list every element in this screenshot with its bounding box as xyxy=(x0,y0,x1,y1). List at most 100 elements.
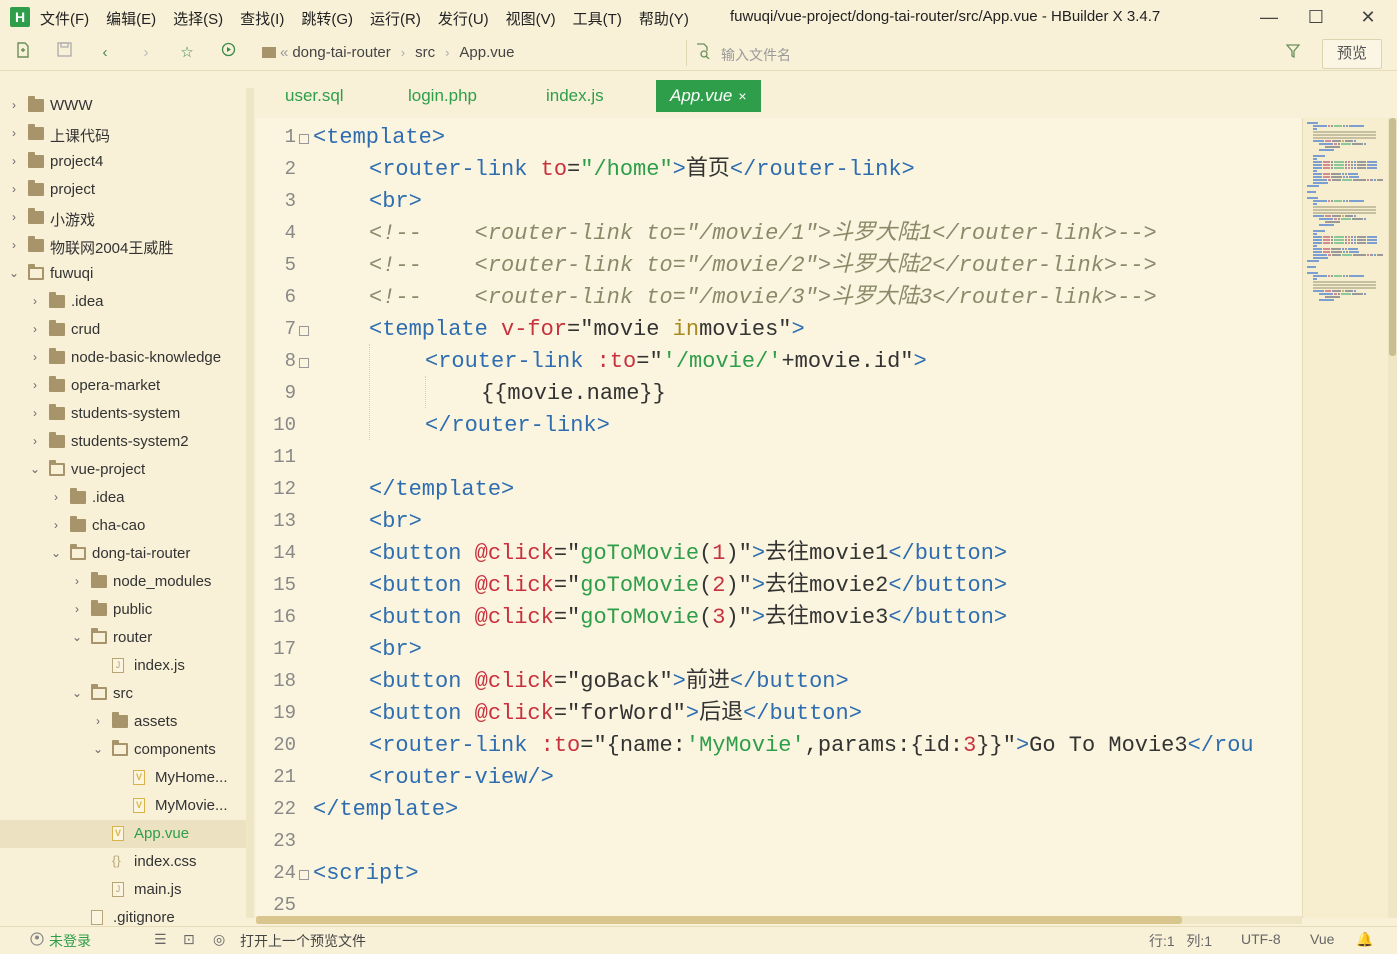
star-icon[interactable]: ☆ xyxy=(176,42,198,64)
breadcrumb-item-src[interactable]: src xyxy=(415,44,435,61)
scroll-thumb[interactable] xyxy=(1389,118,1396,356)
minimap[interactable] xyxy=(1302,118,1389,918)
fold-toggle-icon[interactable] xyxy=(299,134,309,144)
menu-run[interactable]: 运行(R) xyxy=(370,8,421,29)
tree-item[interactable]: › 上课代码 xyxy=(0,120,246,148)
cursor-position[interactable]: 行:1 列:1 xyxy=(1149,931,1212,951)
tab-app-vue[interactable]: App.vue × xyxy=(656,80,761,112)
close-button[interactable]: ✕ xyxy=(1353,4,1383,30)
login-status[interactable]: 未登录 xyxy=(49,931,91,951)
code-line[interactable]: <br> xyxy=(369,506,422,538)
tree-item[interactable]: ⌄ dong-tai-router xyxy=(0,540,246,568)
forward-icon[interactable]: › xyxy=(135,42,157,64)
code-line[interactable]: <router-view/> xyxy=(369,762,554,794)
tree-item[interactable]: › crud xyxy=(0,316,246,344)
tree-item[interactable]: .gitignore xyxy=(0,904,246,926)
chevron-right-icon[interactable]: › xyxy=(50,490,62,504)
maximize-button[interactable]: ☐ xyxy=(1301,4,1331,30)
menu-goto[interactable]: 跳转(G) xyxy=(301,8,353,29)
chevron-right-icon[interactable]: › xyxy=(8,154,20,168)
code-line[interactable]: </template> xyxy=(313,794,458,826)
tree-item[interactable]: ⌄ vue-project xyxy=(0,456,246,484)
code-line[interactable]: <button @click="forWord">后退</button> xyxy=(369,698,862,730)
fold-toggle-icon[interactable] xyxy=(299,326,309,336)
tree-item[interactable]: Jmain.js xyxy=(0,876,246,904)
sidebar-scrollbar[interactable] xyxy=(246,88,254,918)
menu-select[interactable]: 选择(S) xyxy=(173,8,223,29)
tree-item[interactable]: › 小游戏 xyxy=(0,204,246,232)
tree-item[interactable]: › project4 xyxy=(0,148,246,176)
menu-edit[interactable]: 编辑(E) xyxy=(106,8,156,29)
code-line[interactable]: </template> xyxy=(369,474,514,506)
code-line[interactable]: <br> xyxy=(369,634,422,666)
tree-item[interactable]: V MyHome... xyxy=(0,764,246,792)
chevron-right-icon[interactable]: › xyxy=(8,182,20,196)
chevron-down-icon[interactable]: ⌄ xyxy=(71,630,83,644)
tree-item[interactable]: › WWW xyxy=(0,92,246,120)
menu-file[interactable]: 文件(F) xyxy=(40,8,89,29)
chevron-down-icon[interactable]: ⌄ xyxy=(29,462,41,476)
open-last-preview[interactable]: 打开上一个预览文件 xyxy=(240,931,366,951)
tree-item[interactable]: › students-system2 xyxy=(0,428,246,456)
chevron-right-icon[interactable]: › xyxy=(29,378,41,392)
chevron-right-icon[interactable]: › xyxy=(29,350,41,364)
tree-item[interactable]: › .idea xyxy=(0,288,246,316)
tree-item[interactable]: › node-basic-knowledge xyxy=(0,344,246,372)
code-line[interactable]: <router-link to="/home">首页</router-link> xyxy=(369,154,915,186)
tree-item[interactable]: ⌄ router xyxy=(0,624,246,652)
chevron-down-icon[interactable]: ⌄ xyxy=(8,266,20,280)
tree-item[interactable]: ⌄ src xyxy=(0,680,246,708)
menu-view[interactable]: 视图(V) xyxy=(506,8,556,29)
code-line[interactable]: <router-link :to="'/movie/'+movie.id"> xyxy=(425,346,927,378)
code-line[interactable]: <template> xyxy=(313,122,445,154)
tree-item[interactable]: V MyMovie... xyxy=(0,792,246,820)
terminal-icon[interactable]: ⊡ xyxy=(183,931,195,948)
tree-item[interactable]: › opera-market xyxy=(0,372,246,400)
code-line[interactable]: <button @click="goToMovie(2)">去往movie2</… xyxy=(369,570,1007,602)
notification-bell-icon[interactable]: 🔔 xyxy=(1356,931,1373,948)
code-line[interactable]: {{movie.name}} xyxy=(481,378,666,410)
menu-tools[interactable]: 工具(T) xyxy=(573,8,622,29)
code-line[interactable]: <button @click="goBack">前进</button> xyxy=(369,666,849,698)
tree-item[interactable]: V App.vue xyxy=(0,820,246,848)
tree-item[interactable]: {} index.css xyxy=(0,848,246,876)
chevron-right-icon[interactable]: › xyxy=(8,238,20,252)
file-search-input[interactable]: 输入文件名 xyxy=(686,40,1307,66)
menu-publish[interactable]: 发行(U) xyxy=(438,8,489,29)
back-icon[interactable]: ‹ xyxy=(94,42,116,64)
code-line[interactable]: <button @click="goToMovie(3)">去往movie3</… xyxy=(369,602,1007,634)
minimize-button[interactable]: — xyxy=(1254,4,1284,30)
code-line[interactable]: <!-- <router-link to="/movie/2">斗罗大陆2</r… xyxy=(369,250,1157,282)
tree-item[interactable]: › project xyxy=(0,176,246,204)
tree-item[interactable]: ⌄ components xyxy=(0,736,246,764)
chevron-right-icon[interactable]: › xyxy=(29,322,41,336)
vertical-scrollbar[interactable] xyxy=(1388,118,1397,918)
chevron-right-icon[interactable]: › xyxy=(29,406,41,420)
menu-find[interactable]: 查找(I) xyxy=(240,8,284,29)
menu-help[interactable]: 帮助(Y) xyxy=(639,8,689,29)
chevron-right-icon[interactable]: › xyxy=(8,210,20,224)
tab-index-js[interactable]: index.js xyxy=(546,80,604,112)
chevron-down-icon[interactable]: ⌄ xyxy=(50,546,62,560)
chevron-right-icon[interactable]: › xyxy=(71,574,83,588)
preview-history-icon[interactable]: ◎ xyxy=(213,931,225,948)
breadcrumb-item-project[interactable]: dong-tai-router xyxy=(292,44,390,61)
chevron-right-icon[interactable]: › xyxy=(71,602,83,616)
save-icon[interactable] xyxy=(53,42,75,64)
tree-item[interactable]: › students-system xyxy=(0,400,246,428)
tree-item[interactable]: › public xyxy=(0,596,246,624)
tree-item[interactable]: › node_modules xyxy=(0,568,246,596)
breadcrumb-item-file[interactable]: App.vue xyxy=(459,44,514,61)
tree-item[interactable]: › cha-cao xyxy=(0,512,246,540)
scroll-thumb[interactable] xyxy=(256,916,1182,924)
tree-item[interactable]: › assets xyxy=(0,708,246,736)
list-icon[interactable]: ☰ xyxy=(154,931,167,948)
filter-icon[interactable] xyxy=(1285,44,1301,63)
tree-item[interactable]: ⌄ fuwuqi xyxy=(0,260,246,288)
tree-item[interactable]: › .idea xyxy=(0,484,246,512)
code-line[interactable]: <!-- <router-link to="/movie/3">斗罗大陆3</r… xyxy=(369,282,1157,314)
chevron-right-icon[interactable]: › xyxy=(29,434,41,448)
code-line[interactable]: <br> xyxy=(369,186,422,218)
tab-user-sql[interactable]: user.sql xyxy=(285,80,344,112)
chevron-right-icon[interactable]: › xyxy=(92,714,104,728)
